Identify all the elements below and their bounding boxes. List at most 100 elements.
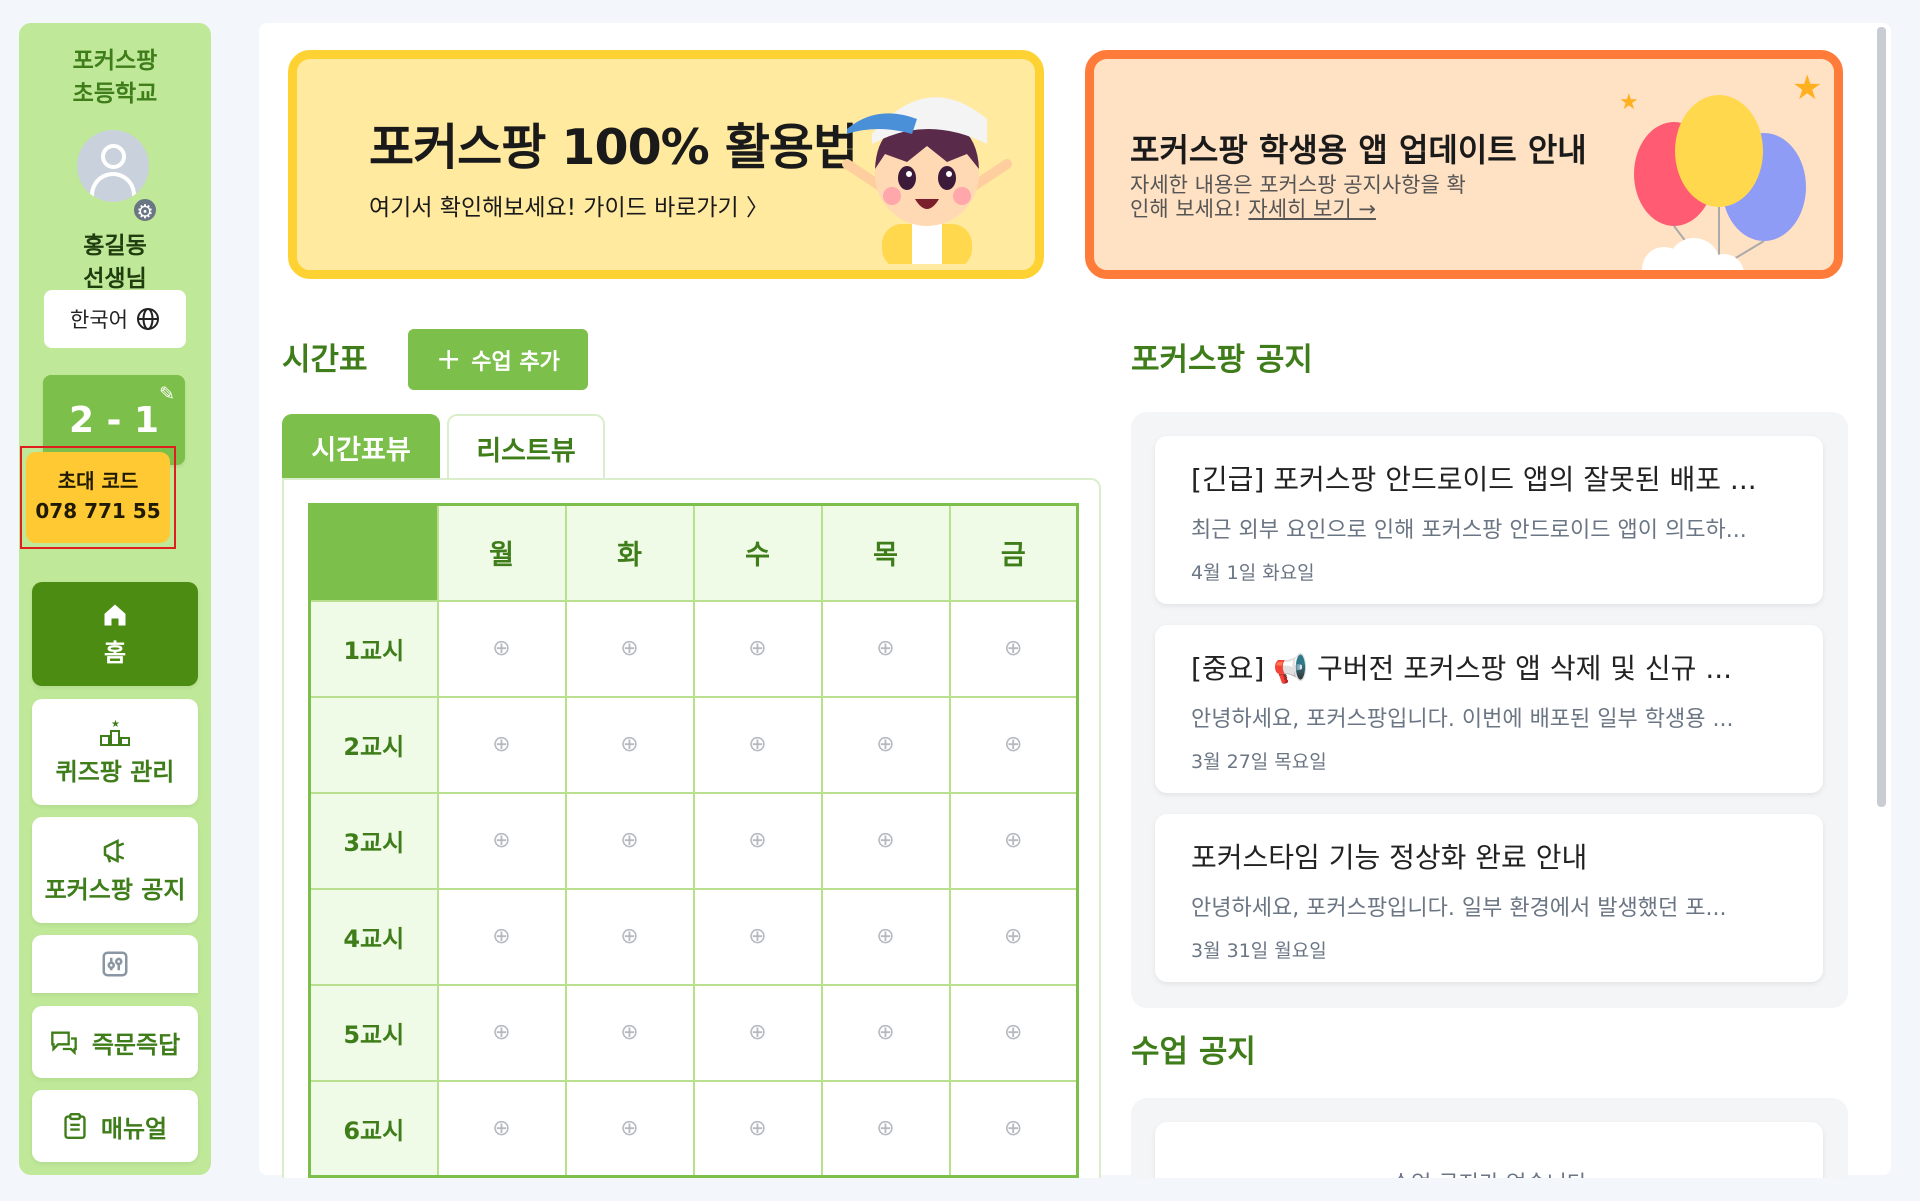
add-class-label: 수업 추가 xyxy=(471,349,560,375)
tab-list-view[interactable]: 리스트뷰 xyxy=(447,414,605,480)
timetable-cell-add[interactable]: ⊕ xyxy=(564,887,695,986)
teacher-name-line1: 홍길동 xyxy=(83,233,147,259)
period-label: 5교시 xyxy=(308,983,439,1082)
class-notice-panel: 수업 공지가 없습니다 xyxy=(1131,1098,1848,1178)
timetable-cell-add[interactable]: ⊕ xyxy=(692,599,823,698)
podium-icon: ★ xyxy=(100,719,130,746)
add-circle-icon: ⊕ xyxy=(1004,1020,1023,1045)
add-circle-icon: ⊕ xyxy=(876,924,895,949)
svg-text:★: ★ xyxy=(111,719,120,730)
timetable-cell-add[interactable]: ⊕ xyxy=(820,887,951,986)
gear-icon[interactable]: ⚙ xyxy=(132,197,158,223)
notice-body: 최근 외부 요인으로 인해 포커스팡 안드로이드 앱이 의도하... xyxy=(1191,518,1747,543)
timetable-cell-add[interactable]: ⊕ xyxy=(948,695,1079,794)
notice-date: 3월 27일 목요일 xyxy=(1191,751,1327,773)
period-label: 1교시 xyxy=(308,599,439,698)
timetable-cell-add[interactable]: ⊕ xyxy=(948,887,1079,986)
notice-body: 안녕하세요, 포커스팡입니다. 일부 환경에서 발생했던 포... xyxy=(1191,896,1727,921)
timetable-cell-add[interactable]: ⊕ xyxy=(564,1079,695,1178)
class-notice-empty: 수업 공지가 없습니다 xyxy=(1155,1122,1823,1178)
language-label: 한국어 xyxy=(70,308,128,332)
update-details-link[interactable]: 자세히 보기 → xyxy=(1248,197,1376,221)
timetable-cell-add[interactable]: ⊕ xyxy=(820,1079,951,1178)
notice-title: [긴급] 포커스팡 안드로이드 앱의 잘못된 배포 ... xyxy=(1191,463,1757,496)
timetable-cell-add[interactable]: ⊕ xyxy=(564,983,695,1082)
notice-date: 4월 1일 화요일 xyxy=(1191,562,1315,584)
svg-text:★: ★ xyxy=(1792,69,1822,108)
timetable-row: 1교시 ⊕ ⊕ ⊕ ⊕ ⊕ xyxy=(308,599,1079,698)
megaphone-icon xyxy=(103,838,125,863)
timetable-corner xyxy=(308,503,439,602)
timetable-cell-add[interactable]: ⊕ xyxy=(564,599,695,698)
timetable-cell-add[interactable]: ⊕ xyxy=(436,887,567,986)
invite-code-card[interactable]: 초대 코드 078 771 55 xyxy=(26,452,170,543)
svg-text:★: ★ xyxy=(1619,90,1639,115)
clipboard-icon xyxy=(64,1113,86,1139)
focuspang-notice-title: 포커스팡 공지 xyxy=(1131,342,1313,378)
timetable-cell-add[interactable]: ⊕ xyxy=(692,791,823,890)
nav-home[interactable]: 홈 xyxy=(32,582,198,686)
add-circle-icon: ⊕ xyxy=(620,732,639,757)
balloons-illustration: ★ ★ xyxy=(1619,69,1822,270)
add-circle-icon: ⊕ xyxy=(492,1115,511,1141)
timetable-title: 시간표 xyxy=(282,342,368,378)
timetable-cell-add[interactable]: ⊕ xyxy=(692,1079,823,1178)
notice-card[interactable]: [중요] 📢 구버전 포커스팡 앱 삭제 및 신규 ... 안녕하세요, 포커스… xyxy=(1155,625,1823,793)
timetable-cell-add[interactable]: ⊕ xyxy=(564,695,695,794)
home-icon xyxy=(104,604,126,625)
kid-illustration xyxy=(842,97,1012,264)
nav-focuspang-notice[interactable]: 포커스팡 공지 xyxy=(32,817,198,923)
period-label: 6교시 xyxy=(308,1079,439,1178)
guide-banner[interactable]: 포커스팡 100% 활용법 여기서 확인해보세요! 가이드 바로가기 〉 xyxy=(288,50,1044,279)
update-banner[interactable]: 포커스팡 학생용 앱 업데이트 안내 자세한 내용은 포커스팡 공지사항을 확 … xyxy=(1085,50,1843,279)
avatar[interactable] xyxy=(77,130,149,202)
update-banner-title: 포커스팡 학생용 앱 업데이트 안내 xyxy=(1130,131,1587,169)
add-circle-icon: ⊕ xyxy=(1004,924,1023,949)
timetable-cell-add[interactable]: ⊕ xyxy=(948,791,1079,890)
school-name-line2: 초등학교 xyxy=(72,81,158,107)
period-label: 2교시 xyxy=(308,695,439,794)
timetable-cell-add[interactable]: ⊕ xyxy=(692,695,823,794)
timetable-cell-add[interactable]: ⊕ xyxy=(692,983,823,1082)
day-header: 월 xyxy=(436,503,567,602)
add-circle-icon: ⊕ xyxy=(748,924,767,949)
timetable-cell-add[interactable]: ⊕ xyxy=(820,695,951,794)
timetable-cell-add[interactable]: ⊕ xyxy=(820,791,951,890)
nav-qna[interactable]: 즉문즉답 xyxy=(32,1006,198,1078)
timetable-cell-add[interactable]: ⊕ xyxy=(948,983,1079,1082)
timetable-cell-add[interactable]: ⊕ xyxy=(436,695,567,794)
notice-card[interactable]: [긴급] 포커스팡 안드로이드 앱의 잘못된 배포 ... 최근 외부 요인으로… xyxy=(1155,436,1823,604)
add-circle-icon: ⊕ xyxy=(748,1115,767,1141)
timetable-cell-add[interactable]: ⊕ xyxy=(436,1079,567,1178)
timetable-cell-add[interactable]: ⊕ xyxy=(436,791,567,890)
nav-qna-label: 즉문즉답 xyxy=(91,1030,181,1059)
guide-banner-link[interactable]: 여기서 확인해보세요! 가이드 바로가기 〉 xyxy=(369,188,769,222)
timetable-cell-add[interactable]: ⊕ xyxy=(692,887,823,986)
timetable-cell-add[interactable]: ⊕ xyxy=(564,791,695,890)
add-circle-icon: ⊕ xyxy=(492,828,511,853)
nav-home-label: 홈 xyxy=(103,638,127,667)
add-circle-icon: ⊕ xyxy=(1004,732,1023,757)
add-class-button[interactable]: + 수업 추가 xyxy=(408,329,588,390)
pencil-icon[interactable]: ✎ xyxy=(159,383,175,405)
nav-manual[interactable]: 매뉴얼 xyxy=(32,1090,198,1162)
scrollbar[interactable] xyxy=(1877,27,1886,807)
day-header: 화 xyxy=(564,503,695,602)
timetable-cell-add[interactable]: ⊕ xyxy=(820,599,951,698)
timetable-cell-add[interactable]: ⊕ xyxy=(820,983,951,1082)
timetable-row: 6교시 ⊕ ⊕ ⊕ ⊕ ⊕ xyxy=(308,1079,1079,1178)
tab-timetable-view[interactable]: 시간표뷰 xyxy=(282,414,440,480)
notice-card[interactable]: 포커스타임 기능 정상화 완료 안내 안녕하세요, 포커스팡입니다. 일부 환경… xyxy=(1155,814,1823,982)
nav-quiz[interactable]: ★ 퀴즈팡 관리 xyxy=(32,699,198,805)
add-circle-icon: ⊕ xyxy=(620,636,639,661)
add-circle-icon: ⊕ xyxy=(492,636,511,661)
timetable-cell-add[interactable]: ⊕ xyxy=(948,1079,1079,1178)
timetable-cell-add[interactable]: ⊕ xyxy=(948,599,1079,698)
timetable-cell-add[interactable]: ⊕ xyxy=(436,983,567,1082)
language-selector[interactable]: 한국어 xyxy=(44,290,186,348)
add-circle-icon: ⊕ xyxy=(1004,636,1023,661)
add-circle-icon: ⊕ xyxy=(748,636,767,661)
nav-settings[interactable] xyxy=(32,935,198,993)
timetable-cell-add[interactable]: ⊕ xyxy=(436,599,567,698)
invite-code-value: 078 771 55 xyxy=(35,499,161,523)
